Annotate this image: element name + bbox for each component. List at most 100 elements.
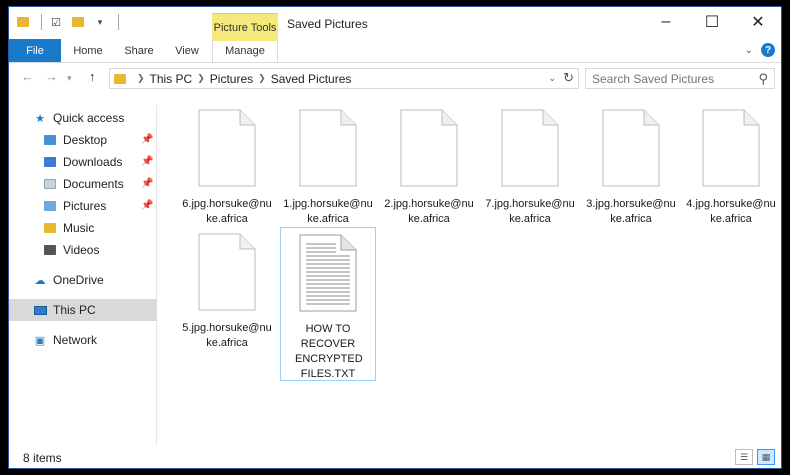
sidebar-item-desktop[interactable]: Desktop [43, 129, 107, 151]
blank-file-icon [702, 109, 760, 187]
pin-icon: 📌 [141, 134, 154, 145]
tab-share[interactable]: Share [117, 39, 161, 62]
details-view-icon[interactable]: ☰ [735, 449, 753, 465]
window-controls: – ☐ ✕ [643, 7, 781, 37]
title-bar: ☑ ▾ Picture Tools Saved Pictures – ☐ ✕ [9, 7, 781, 41]
pin-icon: 📌 [141, 200, 154, 211]
file-item[interactable]: 3.jpg.horsuke@nuke.africa [583, 103, 679, 253]
videos-folder-icon [43, 244, 57, 256]
sidebar-item-label: OneDrive [53, 273, 104, 287]
address-dropdown-icon[interactable]: ⌄ [548, 73, 556, 84]
sidebar-item-pictures[interactable]: Pictures [43, 195, 106, 217]
status-bar: 8 items ☰ ▦ [9, 447, 781, 468]
expand-ribbon-icon[interactable]: ⌄ [745, 45, 753, 56]
desktop-folder-icon [43, 134, 57, 146]
file-item-selected[interactable]: HOW TO RECOVER ENCRYPTED FILES.TXT [280, 227, 376, 381]
sidebar-item-documents[interactable]: Documents [43, 173, 124, 195]
large-icons-view-icon[interactable]: ▦ [757, 449, 775, 465]
view-switcher: ☰ ▦ [735, 449, 775, 465]
close-button[interactable]: ✕ [735, 7, 781, 37]
tab-file[interactable]: File [9, 39, 61, 62]
file-name: 7.jpg.horsuke@nuke.africa [485, 198, 575, 225]
chevron-right-icon[interactable]: ❯ [197, 73, 205, 84]
breadcrumb-saved-pictures[interactable]: Saved Pictures [271, 72, 352, 86]
blank-file-icon [198, 109, 256, 187]
sidebar-item-label: Music [63, 221, 95, 235]
sidebar-item-this-pc[interactable]: This PC [9, 299, 157, 321]
file-name: 2.jpg.horsuke@nuke.africa [384, 198, 474, 225]
customize-toolbar-icon[interactable]: ▾ [92, 14, 108, 30]
address-bar[interactable]: ❯ This PC ❯ Pictures ❯ Saved Pictures ⌄ … [109, 68, 579, 89]
tab-manage[interactable]: Manage [212, 39, 278, 62]
text-file-icon [299, 234, 357, 312]
pin-icon: 📌 [141, 156, 154, 167]
minimize-button[interactable]: – [643, 7, 689, 37]
properties-icon[interactable]: ☑ [48, 14, 64, 30]
up-arrow-icon[interactable]: ↑ [89, 69, 96, 84]
blank-file-icon [400, 109, 458, 187]
sidebar-item-label: Quick access [53, 111, 125, 125]
documents-folder-icon [43, 178, 57, 190]
tab-home[interactable]: Home [67, 39, 109, 62]
navigation-bar: ← → ▾ ↑ ❯ This PC ❯ Pictures ❯ Saved Pic… [9, 64, 781, 92]
refresh-icon[interactable]: ↻ [563, 70, 574, 86]
toolbar-divider [41, 14, 42, 30]
folder-icon [15, 14, 31, 30]
blank-file-icon [299, 109, 357, 187]
ribbon-controls: ⌄ ? [745, 43, 775, 57]
blank-file-icon [198, 233, 256, 311]
file-item[interactable]: 5.jpg.horsuke@nuke.africa [179, 227, 275, 377]
sidebar-item-label: Videos [63, 243, 100, 257]
sidebar-item-label: This PC [53, 303, 96, 317]
pictures-folder-icon [43, 200, 57, 212]
explorer-window: ☑ ▾ Picture Tools Saved Pictures – ☐ ✕ F… [8, 6, 782, 469]
breadcrumb-pictures[interactable]: Pictures [210, 72, 253, 86]
quick-access-toolbar: ☑ ▾ [15, 14, 119, 30]
file-view: 6.jpg.horsuke@nuke.africa 1.jpg.horsuke@… [159, 99, 781, 445]
maximize-button[interactable]: ☐ [689, 7, 735, 37]
sidebar-item-onedrive[interactable]: ☁ OneDrive [33, 269, 104, 291]
sidebar-item-label: Network [53, 333, 98, 347]
sidebar-item-network[interactable]: ▣ Network [33, 329, 97, 351]
file-name: 3.jpg.horsuke@nuke.africa [586, 198, 676, 225]
file-name: 4.jpg.horsuke@nuke.africa [686, 198, 776, 225]
search-input[interactable] [592, 71, 752, 86]
sidebar-item-videos[interactable]: Videos [43, 239, 99, 261]
recent-locations-icon[interactable]: ▾ [67, 73, 72, 84]
file-item[interactable]: 4.jpg.horsuke@nuke.africa [683, 103, 779, 253]
window-title: Saved Pictures [287, 17, 368, 31]
back-arrow-icon[interactable]: ← [21, 69, 34, 84]
picture-tools-label: Picture Tools [212, 13, 278, 41]
music-folder-icon [43, 222, 57, 234]
file-item[interactable]: 2.jpg.horsuke@nuke.africa [381, 103, 477, 253]
folder-icon [114, 73, 126, 84]
file-name: 1.jpg.horsuke@nuke.africa [283, 198, 373, 225]
new-folder-icon[interactable] [70, 14, 86, 30]
blank-file-icon [501, 109, 559, 187]
blank-file-icon [602, 109, 660, 187]
computer-icon [33, 304, 47, 316]
sidebar-item-music[interactable]: Music [43, 217, 94, 239]
chevron-right-icon[interactable]: ❯ [258, 73, 266, 84]
pin-icon: 📌 [141, 178, 154, 189]
sidebar-item-downloads[interactable]: Downloads [43, 151, 122, 173]
sidebar-item-quick-access[interactable]: ★ Quick access [33, 107, 124, 129]
sidebar-item-label: Downloads [63, 155, 123, 169]
navigation-pane: ★ Quick access Desktop 📌 Downloads 📌 Doc… [9, 105, 157, 445]
search-icon[interactable]: ⚲ [758, 71, 768, 87]
help-icon[interactable]: ? [761, 43, 775, 57]
forward-arrow-icon[interactable]: → [45, 69, 58, 84]
breadcrumb-this-pc[interactable]: This PC [150, 72, 193, 86]
tab-view[interactable]: View [169, 39, 205, 62]
sidebar-item-label: Documents [63, 177, 124, 191]
chevron-right-icon: ❯ [137, 73, 145, 83]
search-box[interactable]: ⚲ [585, 68, 775, 89]
star-icon: ★ [35, 112, 45, 125]
sidebar-item-label: Pictures [63, 199, 107, 213]
toolbar-divider [118, 14, 119, 30]
ribbon-tabs: File Home Share View Manage ⌄ ? [9, 39, 781, 63]
file-name: 6.jpg.horsuke@nuke.africa [182, 198, 272, 225]
network-icon: ▣ [34, 334, 46, 347]
file-name: HOW TO RECOVER ENCRYPTED FILES.TXT [295, 323, 363, 380]
file-item[interactable]: 7.jpg.horsuke@nuke.africa [482, 103, 578, 253]
